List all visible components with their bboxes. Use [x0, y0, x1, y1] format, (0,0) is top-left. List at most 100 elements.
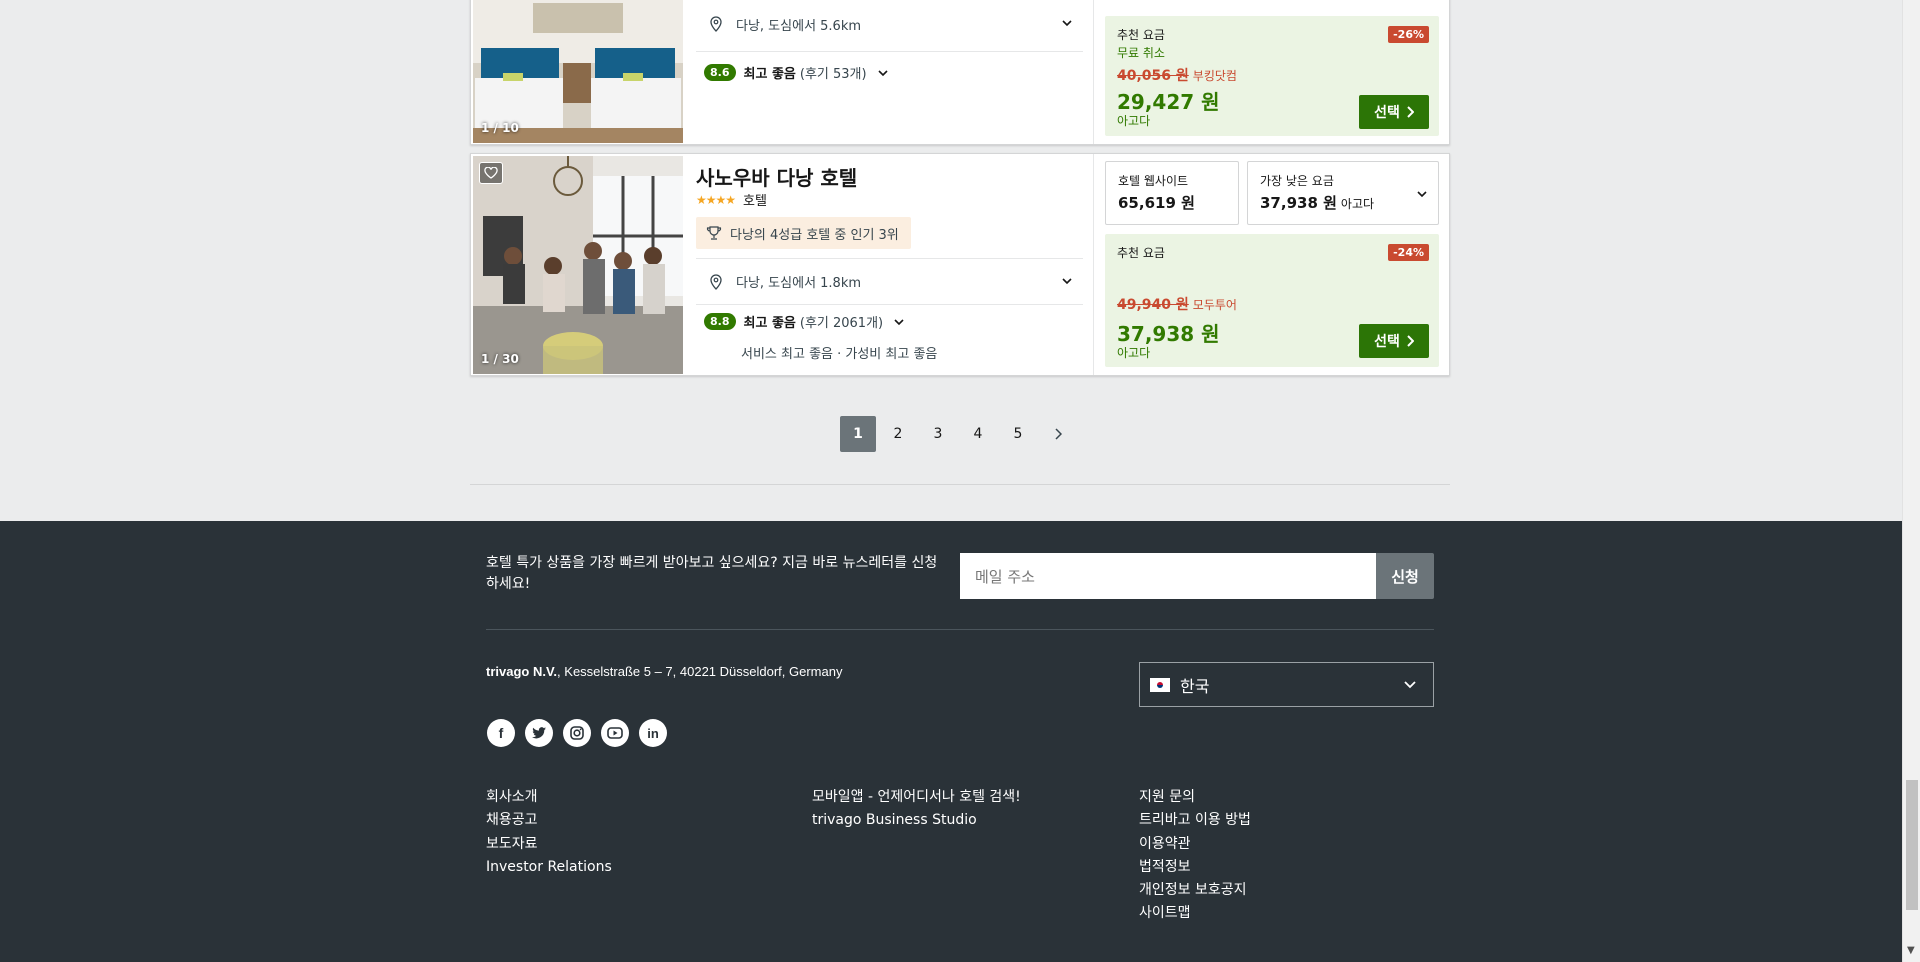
instagram-icon[interactable]	[563, 719, 591, 747]
page-2[interactable]: 2	[880, 416, 916, 452]
deal-label: 추천 요금	[1117, 28, 1165, 42]
old-price: 49,940 원 모두투어	[1117, 297, 1237, 313]
scrollbar-thumb[interactable]	[1906, 780, 1918, 910]
footer-link[interactable]: 지원 문의	[1139, 786, 1251, 809]
chevron-down-icon	[1404, 681, 1416, 689]
scroll-down-arrow-icon[interactable]: ▼	[1907, 945, 1915, 956]
country-selector[interactable]: 한국	[1139, 662, 1434, 707]
review-count: (후기 53개)	[799, 67, 867, 82]
footer-link[interactable]: 모바일앱 - 언제어디서나 호텔 검색!	[812, 786, 1021, 809]
select-button[interactable]: 선택	[1359, 324, 1429, 358]
rating-score: 8.8	[704, 313, 736, 330]
address-text: , Kesselstraße 5 – 7, 40221 Düsseldorf, …	[557, 664, 843, 679]
page-1[interactable]: 1	[840, 416, 876, 452]
footer-link[interactable]: 사이트맵	[1139, 902, 1251, 925]
hotel-photo[interactable]: 1 / 30	[473, 156, 683, 374]
footer-link[interactable]: 채용공고	[486, 809, 612, 832]
pagination: 1 2 3 4 5	[840, 416, 1080, 452]
old-price-source: 부킹닷컴	[1192, 69, 1237, 83]
footer-link[interactable]: trivago Business Studio	[812, 809, 1021, 832]
footer-links-company: 회사소개 채용공고 보도자료 Investor Relations	[486, 786, 612, 879]
section-divider	[470, 484, 1450, 485]
facebook-icon[interactable]: f	[487, 719, 515, 747]
favorite-heart-icon[interactable]	[479, 162, 503, 184]
deal-label: 추천 요금	[1117, 246, 1165, 260]
page: 1 / 10 다낭, 도심에서 5.6km 8.6 최고 좋음 (후기 53개)…	[0, 0, 1902, 962]
korea-flag-icon	[1150, 677, 1170, 692]
chevron-down-icon[interactable]	[1061, 275, 1073, 287]
footer-link[interactable]: Investor Relations	[486, 856, 612, 879]
popularity-text: 다낭의 4성급 호텔 중 인기 3위	[730, 227, 899, 243]
footer-link[interactable]: 보도자료	[486, 833, 612, 856]
hotel-card[interactable]: 1 / 30 사노우바 다낭 호텔 ★★★★ 호텔 다낭의 4성급 호텔 중 인…	[470, 153, 1450, 376]
deal-source: 아고다	[1117, 114, 1151, 128]
rating-row[interactable]: 8.6 최고 좋음 (후기 53개)	[696, 51, 1083, 93]
lowest-price-dropdown[interactable]: 가장 낮은 요금 37,938 원 아고다	[1247, 161, 1439, 225]
star-rating-icon: ★★★★	[696, 192, 736, 207]
accommodation-type: 호텔	[743, 194, 767, 209]
page-3[interactable]: 3	[920, 416, 956, 452]
vertical-scrollbar[interactable]: ▼	[1902, 0, 1920, 962]
chevron-down-icon	[894, 318, 904, 325]
next-page-button[interactable]	[1040, 416, 1076, 452]
review-highlights: 서비스 최고 좋음 · 가성비 최고 좋음	[741, 347, 938, 362]
discount-badge: -24%	[1388, 244, 1429, 261]
footer-link[interactable]: 회사소개	[486, 786, 612, 809]
deal-source: 아고다	[1117, 346, 1151, 360]
chevron-down-icon[interactable]	[1061, 17, 1073, 29]
review-count: (후기 2061개)	[799, 316, 884, 331]
footer-divider	[486, 629, 1434, 630]
hotel-lounge-image	[473, 156, 683, 374]
hotel-card[interactable]: 1 / 10 다낭, 도심에서 5.6km 8.6 최고 좋음 (후기 53개)…	[470, 0, 1450, 145]
deal-box[interactable]: 추천 요금 -24% 49,940 원 모두투어 37,938 원 아고다 선택	[1105, 234, 1439, 367]
chevron-down-icon	[1417, 191, 1427, 198]
chevron-right-icon	[1055, 428, 1062, 440]
footer-link[interactable]: 이용약관	[1139, 833, 1251, 856]
chevron-right-icon	[1407, 335, 1414, 347]
newsletter-text: 호텔 특가 상품을 가장 빠르게 받아보고 싶으세요? 지금 바로 뉴스레터를 …	[486, 555, 938, 592]
free-cancel-label: 무료 취소	[1117, 46, 1165, 60]
footer-link[interactable]: 트리바고 이용 방법	[1139, 809, 1251, 832]
discount-badge: -26%	[1388, 26, 1429, 43]
company-address: trivago N.V., Kesselstraße 5 – 7, 40221 …	[486, 664, 842, 679]
footer-link[interactable]: 개인정보 보호공지	[1139, 879, 1251, 902]
footer: 호텔 특가 상품을 가장 빠르게 받아보고 싶으세요? 지금 바로 뉴스레터를 …	[0, 521, 1902, 962]
footer-link[interactable]: 법적정보	[1139, 856, 1251, 879]
twitter-icon[interactable]	[525, 719, 553, 747]
social-links: f in	[487, 719, 667, 747]
rating-score: 8.6	[704, 64, 736, 81]
card-divider	[1093, 0, 1094, 144]
image-counter: 1 / 10	[481, 121, 519, 135]
website-label: 호텔 웹사이트	[1118, 174, 1189, 188]
page-4[interactable]: 4	[960, 416, 996, 452]
hotel-website-price[interactable]: 호텔 웹사이트 65,619 원	[1105, 161, 1239, 225]
select-button[interactable]: 선택	[1359, 95, 1429, 129]
linkedin-icon[interactable]: in	[639, 719, 667, 747]
map-pin-icon	[710, 273, 722, 290]
old-price-source: 모두투어	[1192, 298, 1237, 312]
footer-links-products: 모바일앱 - 언제어디서나 호텔 검색! trivago Business St…	[812, 786, 1021, 833]
hotel-name[interactable]: 사노우바 다낭 호텔	[696, 162, 857, 191]
hotel-photo[interactable]: 1 / 10	[473, 0, 683, 143]
deal-box[interactable]: 추천 요금 무료 취소 -26% 40,056 원 부킹닷컴 29,427 원 아…	[1105, 16, 1439, 136]
popularity-badge: 다낭의 4성급 호텔 중 인기 3위	[696, 217, 911, 249]
map-pin-icon	[710, 16, 722, 32]
trophy-icon	[706, 226, 722, 240]
subscribe-button[interactable]: 신청	[1376, 553, 1434, 599]
email-input[interactable]: 메일 주소	[960, 553, 1376, 599]
youtube-icon[interactable]	[601, 719, 629, 747]
old-price: 40,056 원 부킹닷컴	[1117, 68, 1237, 84]
chevron-right-icon	[1407, 106, 1414, 118]
location-text: 다낭, 도심에서 5.6km	[736, 18, 862, 34]
rating-row[interactable]: 8.8 최고 좋음 (후기 2061개)	[696, 304, 1083, 338]
deal-price: 29,427 원	[1117, 90, 1220, 114]
country-label: 한국	[1180, 676, 1210, 696]
footer-links-support: 지원 문의 트리바고 이용 방법 이용약관 법적정보 개인정보 보호공지 사이트…	[1139, 786, 1251, 926]
page-5[interactable]: 5	[1000, 416, 1036, 452]
deal-price: 37,938 원	[1117, 322, 1220, 346]
location-row[interactable]: 다낭, 도심에서 1.8km	[696, 258, 1083, 304]
location-row[interactable]: 다낭, 도심에서 5.6km	[696, 4, 1083, 44]
rating-label: 최고 좋음	[743, 67, 796, 82]
lowest-price: 37,938 원 아고다	[1260, 194, 1375, 212]
company-name: trivago N.V.	[486, 664, 558, 679]
